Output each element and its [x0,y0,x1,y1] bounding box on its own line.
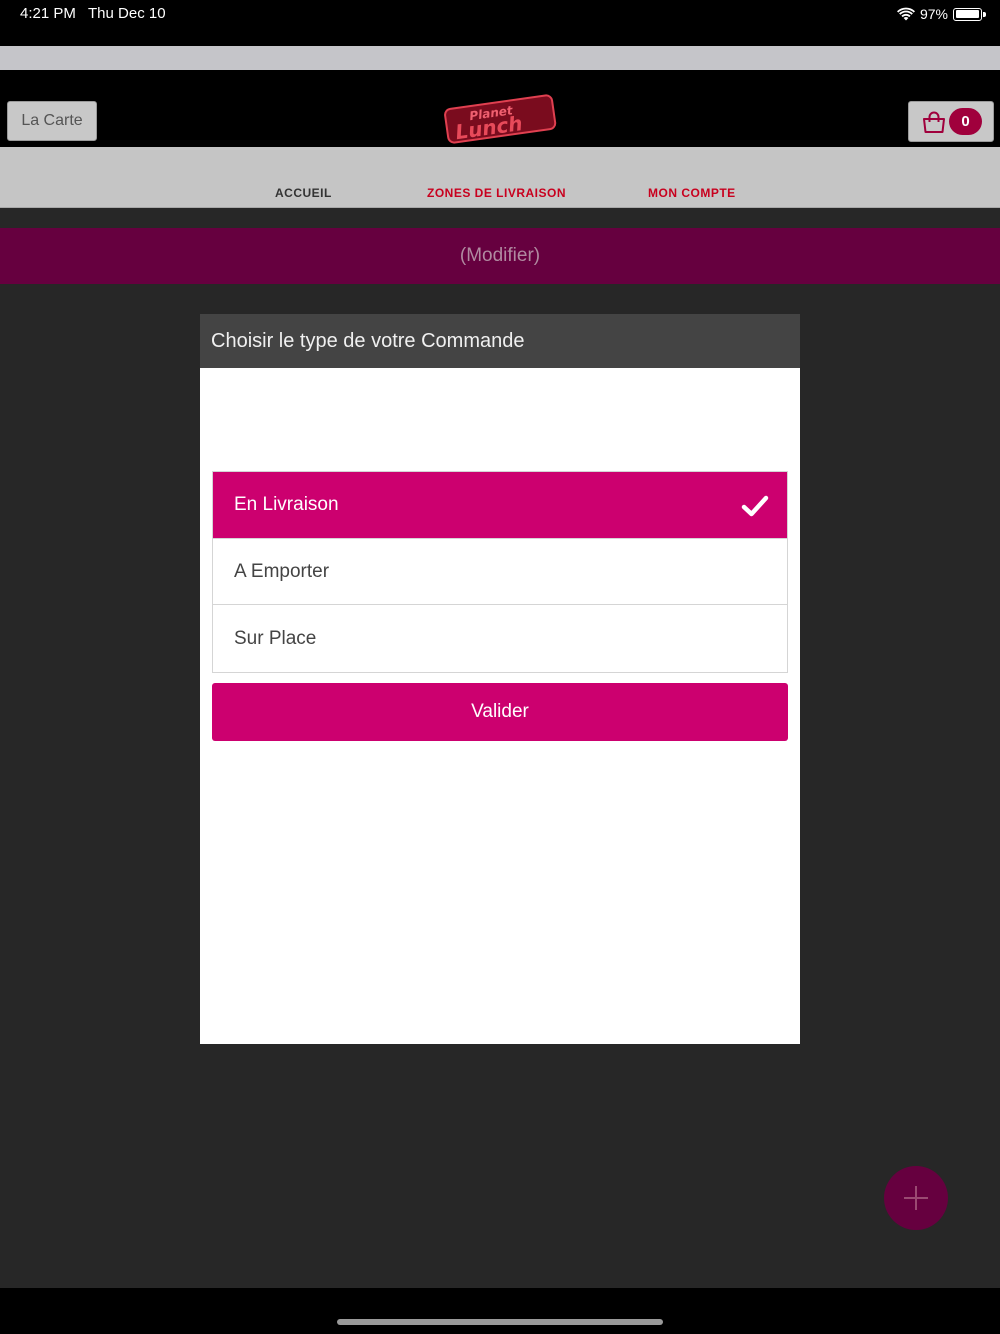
battery-nub [983,11,986,17]
status-bar: 4:21 PM Thu Dec 10 97% [0,0,1000,28]
option-label: Sur Place [234,627,317,649]
nav-item-zones-de-livraison[interactable]: ZONES DE LIVRAISON [427,186,566,200]
order-type-modal: Choisir le type de votre Commande En Liv… [200,314,800,1044]
nav-item-mon-compte[interactable]: MON COMPTE [648,186,736,200]
check-icon [741,495,769,517]
battery-fill [955,10,979,18]
home-indicator[interactable] [337,1319,663,1325]
option-sur-place[interactable]: Sur Place [213,605,787,673]
planet-lunch-logo[interactable]: Planet Lunch [440,92,560,144]
shopping-bag-icon [923,111,945,133]
battery-icon [953,7,986,21]
status-indicators: 97% [896,5,986,23]
add-button[interactable] [884,1166,948,1230]
browser-bar [0,46,1000,70]
modifier-link[interactable]: (Modifier) [0,228,1000,284]
nav-item-accueil[interactable]: ACCUEIL [275,186,332,200]
la-carte-button[interactable]: La Carte [7,101,97,141]
app-header: La Carte Planet Lunch 0 [0,70,1000,147]
order-type-options: En Livraison A Emporter Sur Place [212,471,788,674]
option-a-emporter[interactable]: A Emporter [213,538,787,606]
plus-icon [904,1186,928,1210]
battery-percentage: 97% [919,6,948,22]
cart-count-badge: 0 [949,108,982,135]
option-en-livraison[interactable]: En Livraison [213,472,787,539]
status-date: Thu Dec 10 [88,5,166,22]
main-nav: ACCUEIL ZONES DE LIVRAISON MON COMPTE [0,147,1000,208]
option-label: En Livraison [234,493,339,515]
cart-button[interactable]: 0 [908,101,994,142]
option-label: A Emporter [234,560,330,582]
status-time: 4:21 PM [20,5,76,22]
modal-title: Choisir le type de votre Commande [200,314,800,368]
validate-button[interactable]: Valider [212,683,788,741]
bottom-bar [0,1288,1000,1334]
wifi-icon [896,7,915,21]
